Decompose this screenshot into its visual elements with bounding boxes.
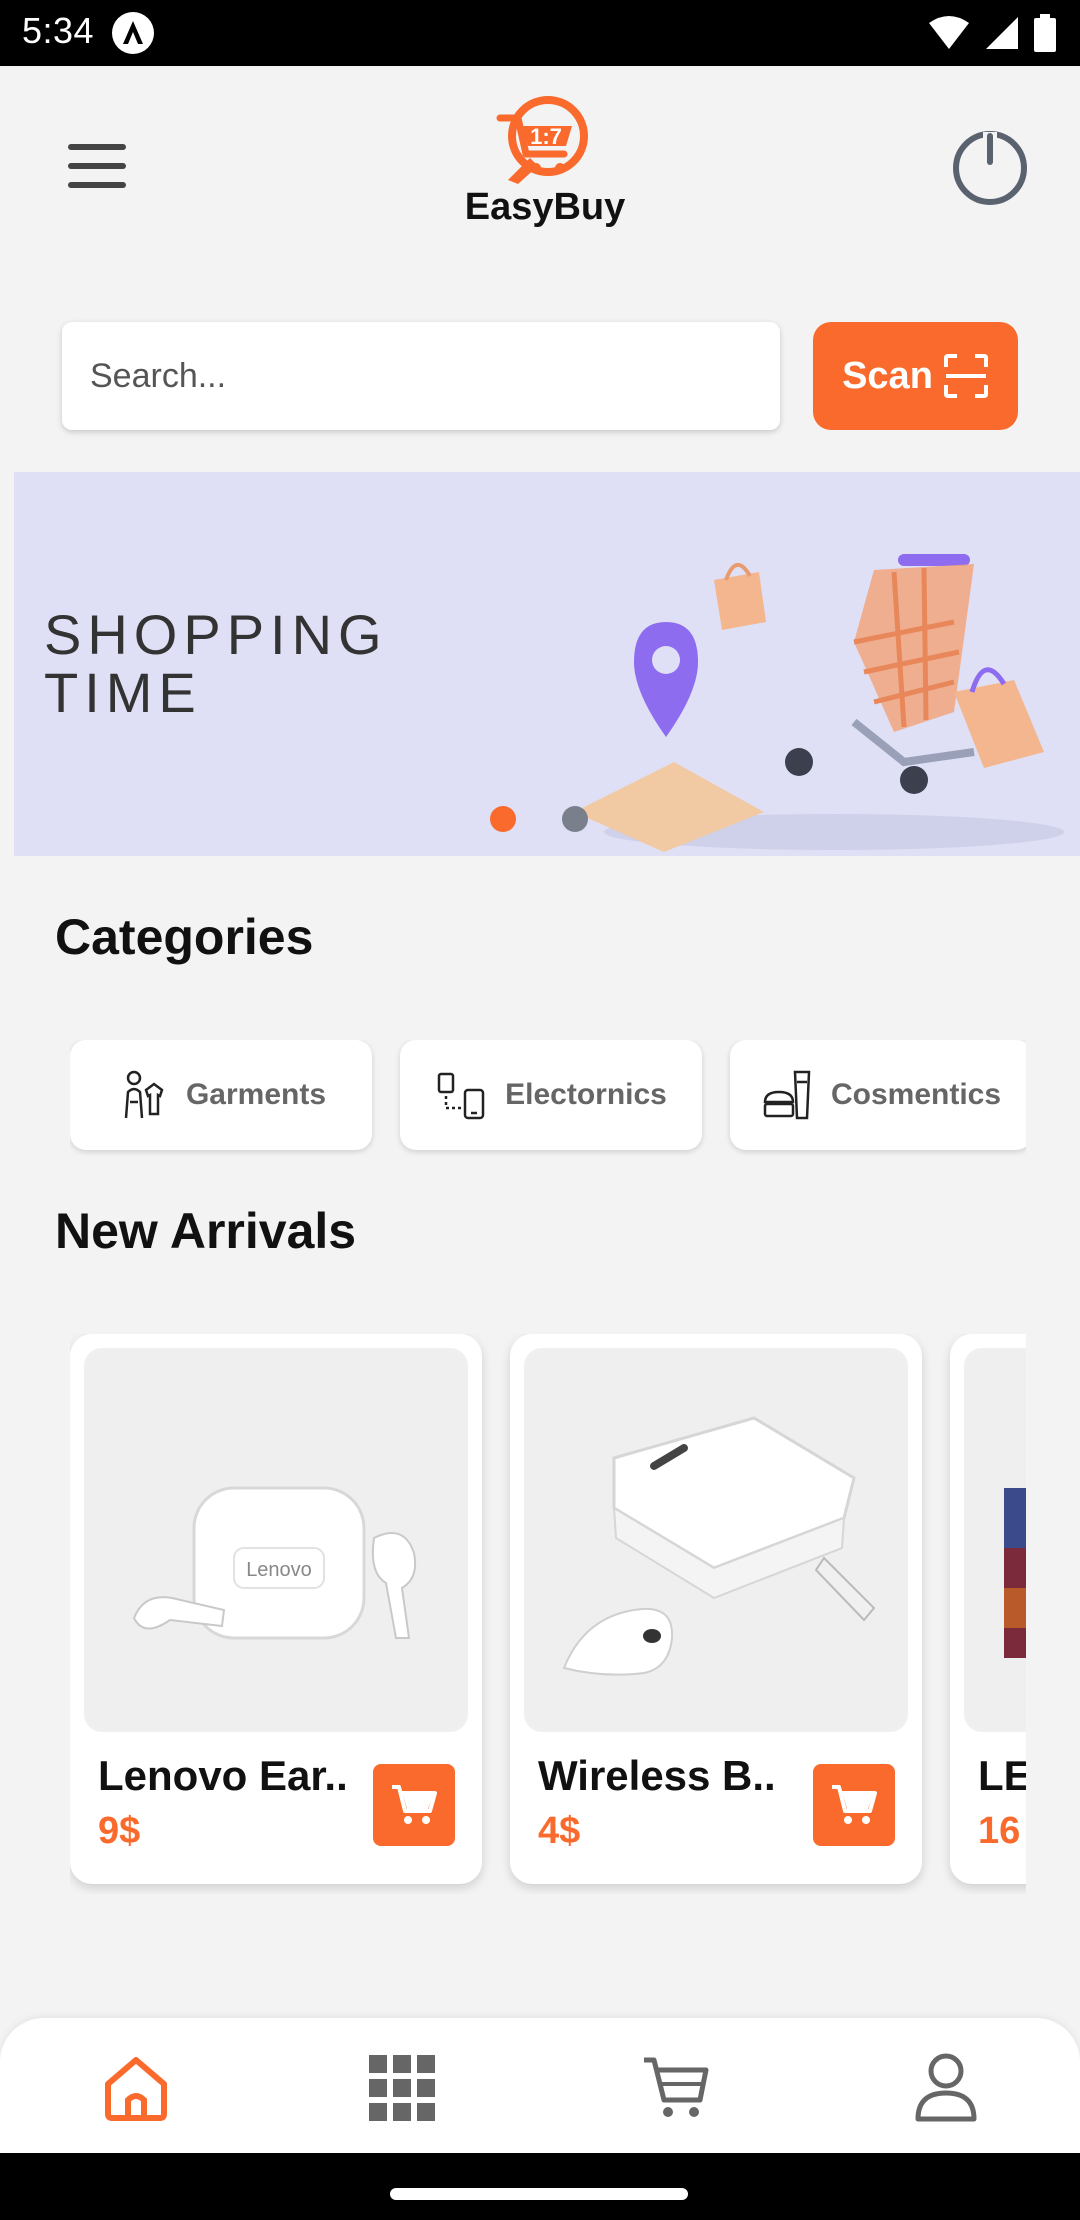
category-garments[interactable]: Garments (70, 1040, 372, 1150)
banner-headline: SHOPPING TIME (44, 606, 388, 722)
add-to-cart-button[interactable] (813, 1764, 895, 1846)
scan-button[interactable]: Scan (813, 322, 1018, 430)
banner-line-1: SHOPPING (44, 603, 388, 666)
nav-cart[interactable] (636, 2048, 716, 2128)
home-gesture-handle[interactable] (390, 2188, 688, 2200)
product-name: Lenovo Ear.. (98, 1752, 348, 1799)
status-icons (928, 12, 1056, 54)
new-arrivals-title: New Arrivals (55, 1203, 357, 1259)
carousel-dot[interactable] (562, 806, 588, 832)
menu-line (68, 182, 126, 188)
category-cosmetics[interactable]: Cosmentics (730, 1040, 1026, 1150)
home-icon (105, 2057, 167, 2121)
category-label: Cosmentics (830, 1078, 1002, 1111)
status-time: 5:34 (22, 10, 95, 51)
product-card[interactable]: Lenovo Lenovo Ear.. 9$ (70, 1334, 482, 1884)
add-to-cart-button[interactable] (373, 1764, 455, 1846)
search-input[interactable]: Search... (62, 322, 780, 430)
grid-icon (369, 2055, 435, 2121)
category-label: Electornics (505, 1078, 667, 1111)
garment-icon (124, 1070, 164, 1119)
scan-frame-icon (943, 354, 988, 398)
app-notification-icon (112, 12, 154, 54)
product-name: Wireless B.. (538, 1752, 776, 1799)
promo-banner[interactable]: SHOPPING TIME (14, 472, 1080, 856)
nav-categories[interactable] (362, 2048, 442, 2128)
nav-home[interactable] (96, 2048, 176, 2128)
status-bar: 5:34 (0, 0, 1080, 66)
battery-icon (1034, 14, 1056, 52)
product-price: 4$ (538, 1810, 581, 1852)
devices-icon (437, 1072, 485, 1120)
cart-icon (644, 2057, 709, 2117)
cart-icon (832, 1785, 877, 1824)
wifi-icon (929, 16, 969, 49)
hamburger-menu-icon[interactable] (62, 138, 132, 194)
scan-label: Scan (842, 354, 933, 397)
nav-profile[interactable] (906, 2048, 986, 2128)
search-placeholder: Search... (90, 356, 227, 395)
banner-line-2: TIME (44, 661, 202, 724)
categories-title: Categories (55, 909, 314, 965)
shopping-cart-illustration (574, 554, 1064, 852)
category-electronics[interactable]: Electornics (400, 1040, 702, 1150)
menu-line (68, 144, 126, 150)
power-icon[interactable] (950, 128, 1030, 208)
signal-icon (986, 17, 1018, 49)
new-arrivals-list: Lenovo Lenovo Ear.. 9$ Wireless B.. 4$ L… (70, 1334, 1026, 1894)
product-card[interactable]: Wireless B.. 4$ (510, 1334, 922, 1884)
categories-list: Garments Electornics Cosmentics (70, 1040, 1026, 1156)
product-name: LE (978, 1752, 1026, 1799)
bottom-navigation (0, 2018, 1080, 2153)
product-image-wireless-buds (524, 1348, 908, 1732)
cart-icon (392, 1785, 437, 1824)
product-logo-text: Lenovo (246, 1559, 312, 1581)
carousel-dot-active[interactable] (490, 806, 516, 832)
system-navigation-bar (0, 2153, 1080, 2220)
product-image-tv (964, 1348, 1026, 1732)
menu-line (68, 163, 126, 169)
category-label: Garments (185, 1078, 327, 1111)
brand-name: EasyBuy (464, 186, 626, 228)
product-image-earbuds: Lenovo (84, 1348, 468, 1732)
cart-logo-icon: 1:7 (496, 96, 588, 184)
product-price: 9$ (98, 1810, 141, 1852)
product-price: 16 (978, 1810, 1021, 1852)
svg-text:1:7: 1:7 (530, 124, 562, 149)
cosmetics-icon (763, 1070, 811, 1120)
user-icon (915, 2053, 977, 2122)
product-card[interactable]: LE 16 (950, 1334, 1026, 1884)
